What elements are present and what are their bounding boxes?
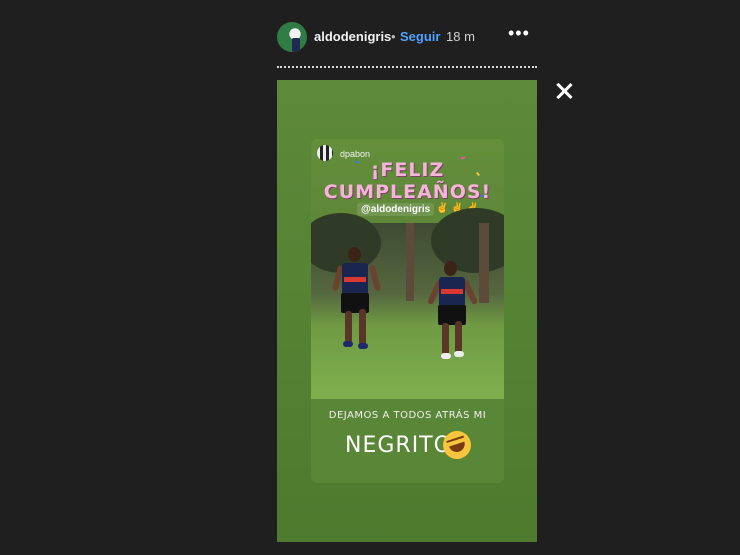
more-options-icon[interactable]: ••• — [508, 23, 530, 44]
training-photo — [311, 208, 504, 399]
caption-line-2: NEGRITO — [345, 433, 452, 458]
follow-button[interactable]: Seguir — [400, 29, 440, 44]
story-progress-bar — [277, 66, 537, 70]
user-avatar[interactable] — [277, 22, 307, 52]
close-icon[interactable] — [553, 80, 575, 102]
tree-trunk — [406, 223, 414, 301]
separator-dot: • — [391, 29, 396, 44]
username[interactable]: aldodenigris — [314, 29, 391, 44]
post-time: 18 m — [446, 29, 475, 44]
tree-trunk — [479, 223, 489, 303]
tree-canopy — [431, 208, 504, 273]
story-frame[interactable]: dpabon ¡FELIZ CUMPLEAÑOS! @aldodenigris … — [277, 80, 537, 542]
greeting-line-1: ¡FELIZ — [370, 159, 445, 181]
story-header: aldodenigris • Seguir 18 m ••• — [277, 20, 537, 54]
greeting-line-2: CUMPLEAÑOS! — [323, 181, 492, 203]
reposted-story-card: dpabon ¡FELIZ CUMPLEAÑOS! @aldodenigris … — [311, 139, 504, 483]
sticker-username: dpabon — [340, 149, 371, 159]
mention-tag[interactable]: @aldodenigris — [357, 203, 435, 216]
caption-line-1: DEJAMOS A TODOS ATRÁS MI — [328, 410, 487, 421]
